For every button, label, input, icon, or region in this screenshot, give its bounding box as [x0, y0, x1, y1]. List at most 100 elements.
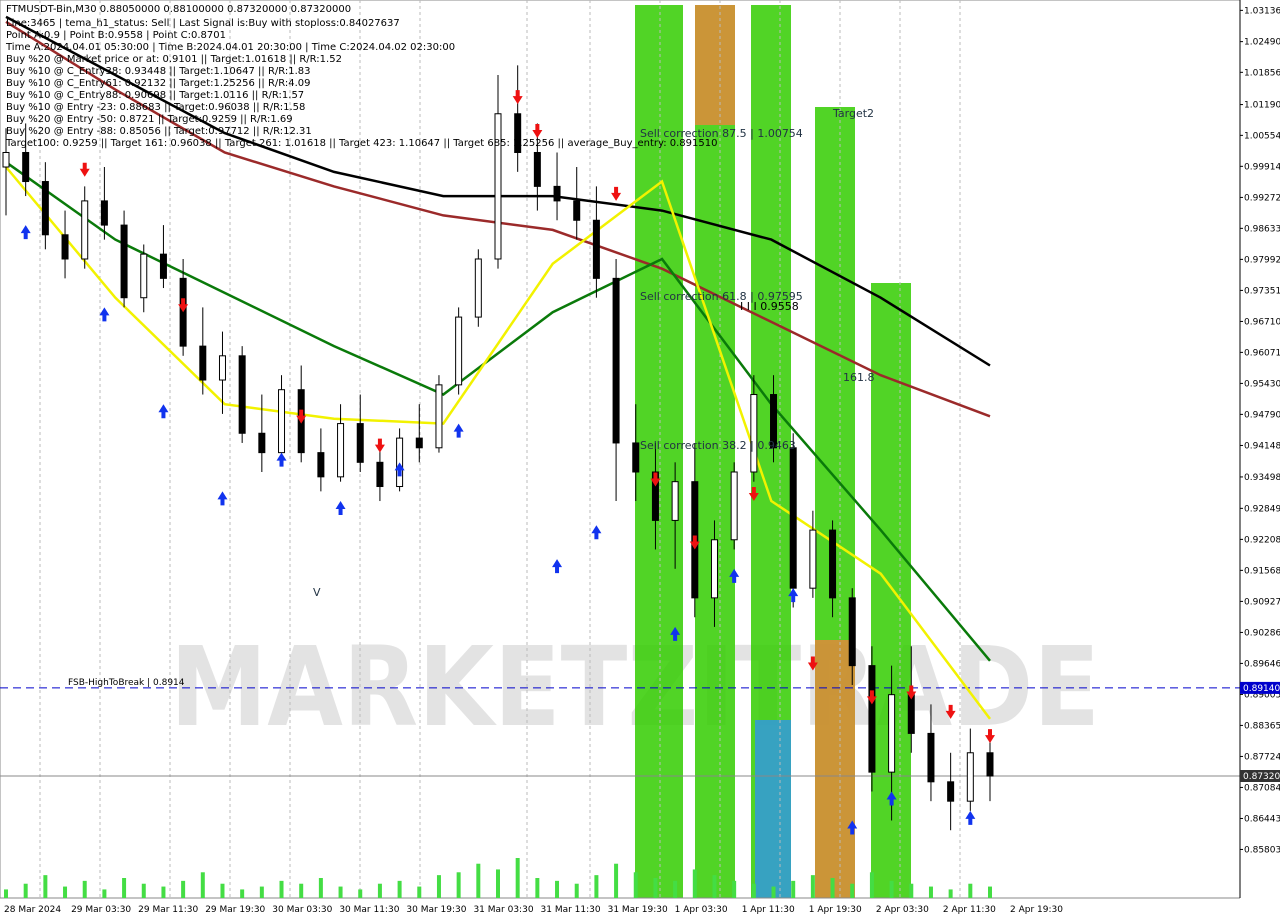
candle-body[interactable]	[868, 665, 876, 773]
info-line: Buy %20 @ Market price or at: 0.9101 || …	[6, 54, 342, 65]
volume-bar	[436, 875, 441, 898]
volume-bar	[850, 883, 855, 898]
y-tick-label: 1.01190	[1244, 101, 1280, 111]
candle-body[interactable]	[494, 113, 502, 260]
x-tick-label: 2 Apr 11:30	[943, 905, 996, 915]
info-line: Target100: 0.9259 || Target 161: 0.96038…	[5, 138, 717, 149]
volume-bar	[4, 889, 8, 898]
candle-body[interactable]	[415, 437, 423, 449]
candle-body[interactable]	[238, 355, 246, 434]
candle-body[interactable]	[907, 694, 915, 734]
info-line: Buy %10 @ C_Entry61: 0.92132 || Target:1…	[6, 78, 311, 89]
candle-body[interactable]	[159, 253, 167, 279]
y-tick-label: 0.90286	[1244, 628, 1280, 638]
volume-bar	[988, 886, 992, 898]
candle-body[interactable]	[632, 442, 640, 473]
volume-bar	[299, 883, 304, 898]
candle-body[interactable]	[533, 151, 541, 187]
info-line: Line:3465 | tema_h1_status: Sell | Last …	[6, 18, 400, 29]
y-tick-label: 0.97351	[1244, 286, 1280, 296]
volume-bar	[181, 880, 186, 898]
volume-bar	[141, 883, 146, 898]
candle-body[interactable]	[120, 224, 128, 299]
candle-body[interactable]	[455, 316, 463, 386]
y-tick-label: 0.87724	[1244, 752, 1280, 762]
y-tick-label: 0.89646	[1244, 659, 1280, 669]
zone-label: V	[313, 586, 321, 599]
y-tick-label: 0.85803	[1244, 845, 1280, 855]
candle-body[interactable]	[179, 277, 187, 347]
y-tick-label: 0.87084	[1244, 783, 1280, 793]
candle-body[interactable]	[61, 234, 69, 260]
volume-bar	[240, 889, 245, 898]
volume-bar	[200, 872, 205, 898]
candle-body[interactable]	[592, 219, 600, 279]
candle-body[interactable]	[809, 529, 817, 589]
candle-body[interactable]	[376, 461, 384, 488]
volume-bar	[574, 883, 579, 898]
volume-bar	[692, 869, 697, 898]
x-tick-label: 29 Mar 19:30	[205, 905, 265, 915]
candle-body[interactable]	[612, 277, 620, 444]
candle-body[interactable]	[710, 539, 718, 599]
candle-body[interactable]	[22, 151, 30, 183]
candle-body[interactable]	[258, 432, 266, 454]
volume-bar	[279, 880, 284, 898]
info-line: Buy %10 @ C_Entry88: 0.90698 || Target:1…	[6, 90, 304, 101]
candle-body[interactable]	[888, 694, 896, 773]
candle-body[interactable]	[789, 447, 797, 589]
info-line: Buy %10 @ C_Entry38: 0.93448 || Target:1…	[6, 66, 311, 77]
candle-body[interactable]	[337, 423, 345, 478]
y-tick-label: 0.97992	[1244, 255, 1280, 265]
chart-canvas[interactable]: MARKETZITRADE FSB-HighToBreak | 0.8914 S…	[0, 0, 1280, 920]
volume-bar	[830, 878, 835, 898]
y-tick-label: 0.93498	[1244, 473, 1280, 483]
candle-body[interactable]	[100, 200, 108, 226]
volume-bar	[732, 880, 737, 898]
price-badge-text: 0.87320	[1243, 772, 1280, 782]
volume-bar	[869, 872, 874, 898]
volume-bar	[122, 878, 127, 898]
y-tick-label: 0.99272	[1244, 193, 1280, 203]
candle-body[interactable]	[927, 732, 935, 783]
volume-bar	[259, 886, 264, 898]
candle-body[interactable]	[848, 597, 856, 667]
candle-body[interactable]	[671, 481, 679, 521]
zone-box	[871, 283, 911, 898]
y-tick-label: 0.88365	[1244, 721, 1280, 731]
candle-body[interactable]	[966, 752, 974, 802]
candle-body[interactable]	[829, 529, 837, 599]
zone-label: 161.8	[843, 371, 875, 384]
y-tick-label: 0.94790	[1244, 410, 1280, 420]
candle-body[interactable]	[356, 423, 364, 463]
volume-bar	[397, 880, 402, 898]
y-tick-label: 0.96071	[1244, 348, 1280, 358]
volume-bar	[555, 880, 560, 898]
volume-bar	[496, 869, 500, 898]
candle-body[interactable]	[947, 781, 955, 802]
volume-bar	[810, 875, 815, 898]
candle-body[interactable]	[140, 253, 148, 299]
candle-body[interactable]	[750, 394, 758, 473]
candle-body[interactable]	[317, 452, 325, 478]
candle-body[interactable]	[278, 389, 286, 454]
zone-label: I I I 0.9558	[740, 300, 799, 313]
candle-body[interactable]	[81, 200, 89, 260]
info-line: Buy %20 @ Entry -88: 0.85056 || Target:0…	[6, 126, 312, 137]
candle-body[interactable]	[2, 151, 10, 168]
candle-body[interactable]	[474, 258, 482, 318]
candle-body[interactable]	[218, 355, 226, 381]
volume-bar	[102, 889, 107, 898]
candle-body[interactable]	[730, 471, 738, 541]
candle-body[interactable]	[41, 181, 49, 236]
candle-body[interactable]	[573, 200, 581, 221]
candle-body[interactable]	[986, 752, 994, 777]
volume-bar	[653, 878, 658, 898]
volume-bar	[948, 889, 953, 898]
chart-svg[interactable]: MARKETZITRADE FSB-HighToBreak | 0.8914 S…	[0, 0, 1280, 920]
candle-body[interactable]	[199, 345, 207, 381]
volume-bar	[43, 875, 48, 898]
x-tick-label: 30 Mar 03:30	[272, 905, 332, 915]
candle-body[interactable]	[435, 384, 443, 449]
candle-body[interactable]	[553, 185, 561, 202]
